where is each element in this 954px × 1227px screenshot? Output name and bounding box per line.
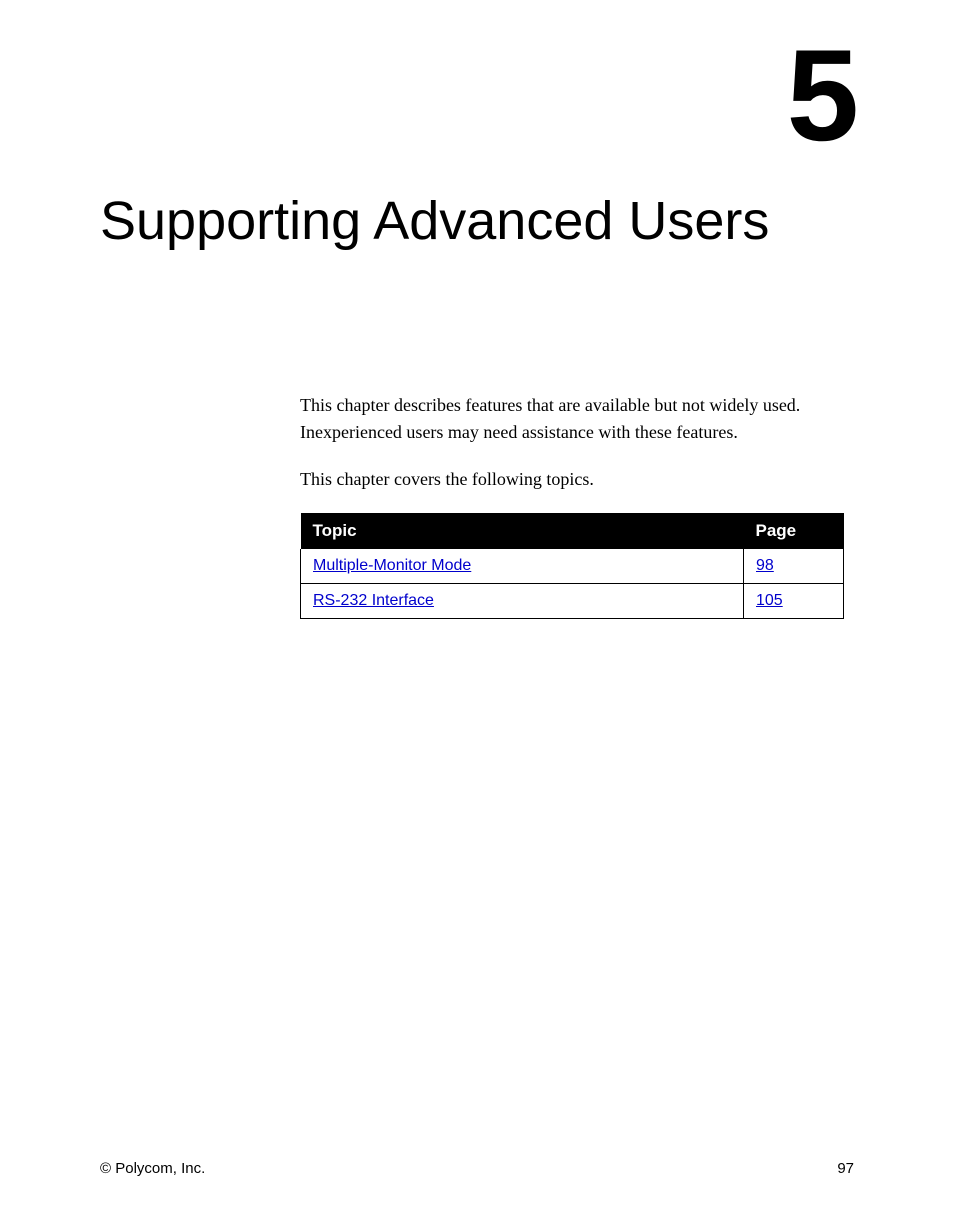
topics-table: Topic Page Multiple-Monitor Mode 98 RS-2… xyxy=(300,513,844,619)
page-link-98[interactable]: 98 xyxy=(756,557,774,574)
topic-link-multiple-monitor[interactable]: Multiple-Monitor Mode xyxy=(313,557,471,574)
page-footer: © Polycom, Inc. 97 xyxy=(100,1160,854,1177)
header-page: Page xyxy=(744,513,844,549)
header-topic: Topic xyxy=(301,513,744,549)
page-cell: 98 xyxy=(744,549,844,584)
paragraph-intro: This chapter describes features that are… xyxy=(300,392,844,446)
topic-cell: Multiple-Monitor Mode xyxy=(301,549,744,584)
chapter-number: 5 xyxy=(100,30,854,160)
table-row: Multiple-Monitor Mode 98 xyxy=(301,549,844,584)
body-content: This chapter describes features that are… xyxy=(300,392,844,619)
topic-link-rs232[interactable]: RS-232 Interface xyxy=(313,592,434,609)
paragraph-topics-lead: This chapter covers the following topics… xyxy=(300,466,844,493)
table-row: RS-232 Interface 105 xyxy=(301,584,844,619)
document-page: 5 Supporting Advanced Users This chapter… xyxy=(0,0,954,1227)
footer-copyright: © Polycom, Inc. xyxy=(100,1160,205,1177)
chapter-title: Supporting Advanced Users xyxy=(100,190,854,252)
topic-cell: RS-232 Interface xyxy=(301,584,744,619)
table-header-row: Topic Page xyxy=(301,513,844,549)
page-cell: 105 xyxy=(744,584,844,619)
footer-page-number: 97 xyxy=(837,1160,854,1177)
page-link-105[interactable]: 105 xyxy=(756,592,783,609)
